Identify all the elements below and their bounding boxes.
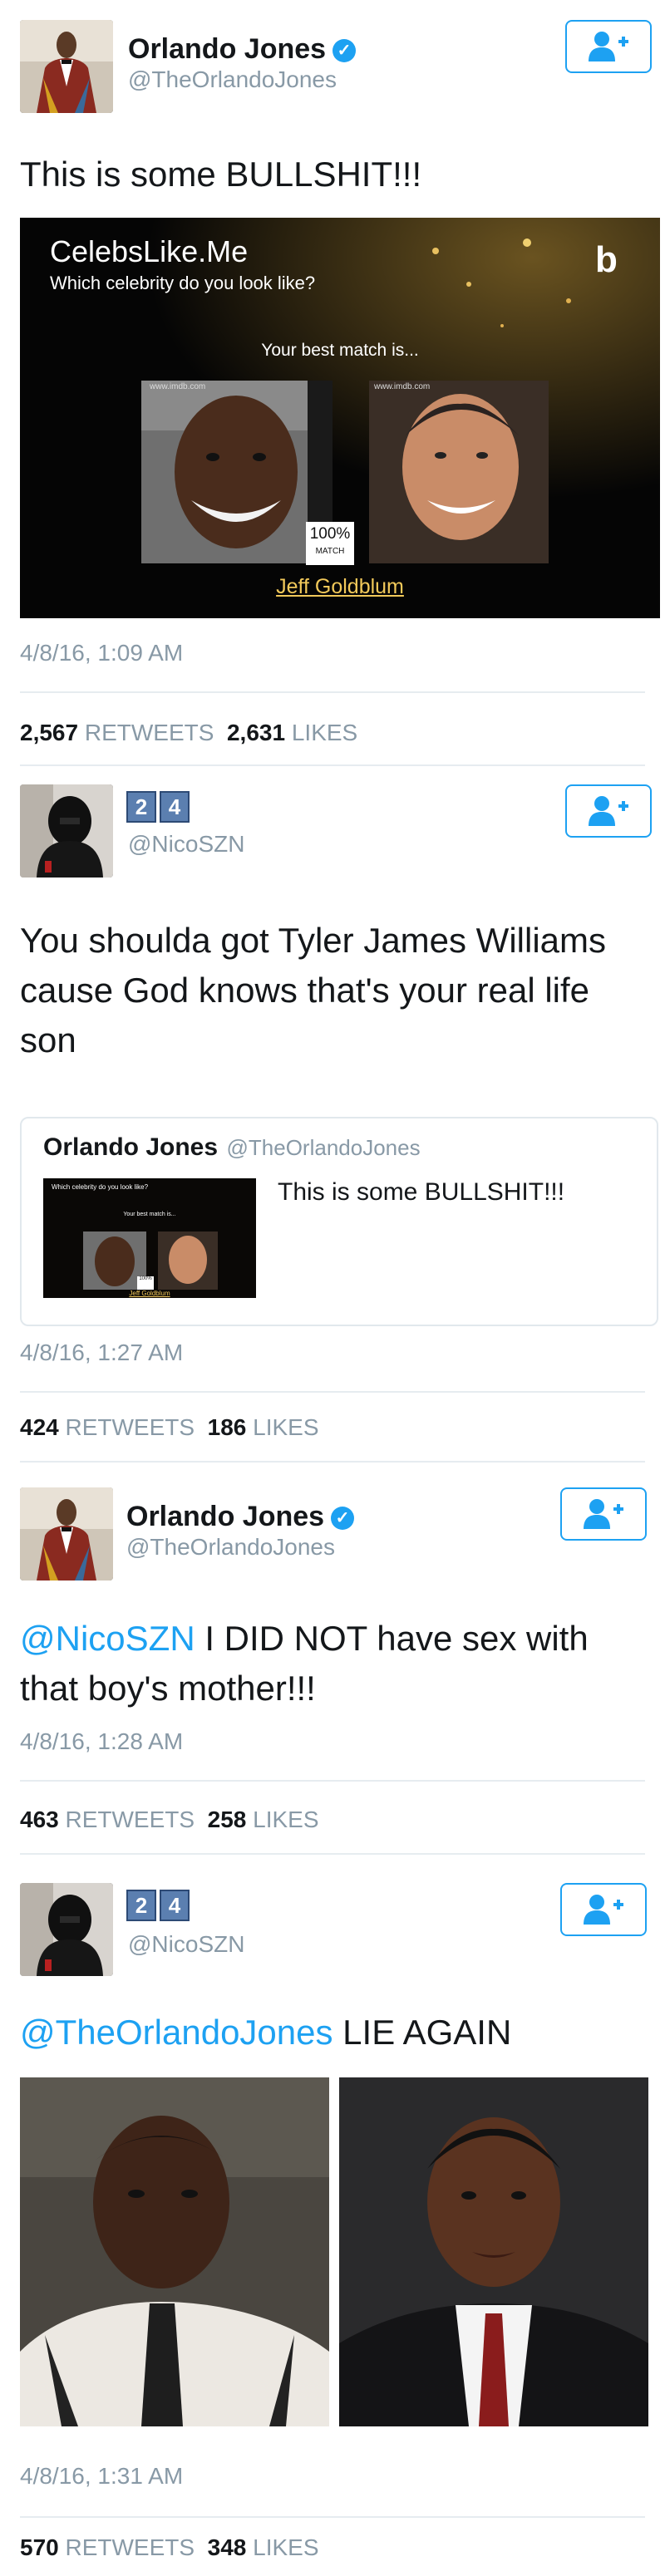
- follow-button[interactable]: [565, 784, 652, 838]
- divider: [20, 1461, 645, 1463]
- quoted-handle[interactable]: @TheOrlandoJones: [227, 1135, 421, 1160]
- tweet-stats: 463 RETWEETS 258 LIKES: [20, 1807, 319, 1833]
- tweet-photo-left[interactable]: [20, 2077, 329, 2426]
- display-name[interactable]: Orlando Jones ✓: [126, 1501, 355, 1533]
- quoted-name[interactable]: Orlando Jones @TheOrlandoJones: [43, 1133, 421, 1162]
- divider: [20, 1780, 645, 1782]
- tweet-text: You shoulda got Tyler James Williams cau…: [20, 921, 606, 1059]
- retweet-count[interactable]: 463: [20, 1807, 59, 1832]
- user-handle[interactable]: @TheOrlandoJones: [126, 1534, 335, 1561]
- tweet-stats: 570 RETWEETS 348 LIKES: [20, 2534, 319, 2561]
- avatar[interactable]: [20, 1487, 113, 1581]
- tweet-text: This is some BULLSHIT!!!: [20, 155, 422, 194]
- tweet-stats: 424 RETWEETS 186 LIKES: [20, 1414, 319, 1441]
- brand-tagline: Which celebrity do you look like?: [50, 273, 316, 293]
- source-left: www.imdb.com: [150, 382, 206, 391]
- tweet-photo-right[interactable]: [339, 2077, 648, 2426]
- retweets-label: RETWEETS: [84, 720, 214, 745]
- like-count[interactable]: 348: [208, 2534, 247, 2560]
- match-percent: 100%: [309, 525, 351, 543]
- thumb-celebrity: Jeff Goldblum: [129, 1290, 170, 1297]
- retweets-label: RETWEETS: [65, 1414, 195, 1440]
- retweets-label: RETWEETS: [65, 2534, 195, 2560]
- tweet-1: Orlando Jones ✓ @TheOrlandoJones This is …: [0, 0, 665, 766]
- timestamp[interactable]: 4/8/16, 1:09 AM: [20, 640, 183, 666]
- follow-button[interactable]: [560, 1883, 647, 1936]
- thumb-best-match: Your best match is...: [123, 1212, 176, 1217]
- retweets-label: RETWEETS: [65, 1807, 195, 1832]
- divider: [20, 1391, 645, 1393]
- quoted-tweet[interactable]: Orlando Jones @TheOrlandoJones Which cel…: [20, 1117, 658, 1326]
- celebrity-name[interactable]: Jeff Goldblum: [20, 575, 660, 599]
- quoted-text: This is some BULLSHIT!!!: [278, 1178, 565, 1206]
- bing-logo-icon: b: [595, 239, 618, 280]
- follow-user-icon: [582, 1893, 625, 1926]
- emoji-badges: 24: [126, 791, 193, 823]
- tweet-text: @NicoSZN I DID NOT have sex with that bo…: [20, 1614, 645, 1713]
- avatar[interactable]: [20, 20, 113, 113]
- tweet-body: LIE AGAIN: [332, 2013, 512, 2052]
- timestamp[interactable]: 4/8/16, 1:31 AM: [20, 2463, 183, 2490]
- thumb-match-percent: 100%: [139, 1276, 152, 1281]
- like-count[interactable]: 2,631: [227, 720, 285, 745]
- follow-button[interactable]: [565, 20, 652, 73]
- mention-link[interactable]: @NicoSZN: [20, 1619, 195, 1658]
- divider: [20, 1853, 645, 1855]
- badge-2: 2: [126, 1890, 156, 1921]
- likes-label: LIKES: [253, 2534, 319, 2560]
- mention-link[interactable]: @TheOrlandoJones: [20, 2013, 333, 2052]
- brand-title: CelebsLike.Me: [50, 234, 249, 268]
- retweet-count[interactable]: 2,567: [20, 720, 78, 745]
- emoji-badges: 24: [126, 1890, 193, 1921]
- follow-user-icon: [582, 1497, 625, 1531]
- tweet-stats: 2,567 RETWEETS 2,631 LIKES: [20, 720, 357, 746]
- likes-label: LIKES: [253, 1414, 319, 1440]
- retweet-count[interactable]: 570: [20, 2534, 59, 2560]
- quoted-thumbnail[interactable]: Which celebrity do you look like? Your b…: [43, 1178, 256, 1298]
- divider: [20, 764, 645, 766]
- avatar[interactable]: [20, 784, 113, 878]
- thumb-tagline: Which celebrity do you look like?: [52, 1183, 149, 1191]
- avatar[interactable]: [20, 1883, 113, 1976]
- match-word: MATCH: [315, 547, 345, 556]
- badge-4: 4: [160, 791, 190, 823]
- display-name[interactable]: Orlando Jones ✓: [128, 33, 357, 66]
- retweet-count[interactable]: 424: [20, 1414, 59, 1440]
- tweet-4: 24 @NicoSZN @TheOrlandoJones LIE AGAIN 4…: [0, 1878, 665, 2576]
- timestamp[interactable]: 4/8/16, 1:28 AM: [20, 1728, 183, 1755]
- user-handle[interactable]: @NicoSZN: [128, 1931, 244, 1958]
- follow-user-icon: [587, 794, 630, 828]
- follow-user-icon: [587, 30, 630, 63]
- like-count[interactable]: 258: [208, 1807, 247, 1832]
- user-handle[interactable]: @NicoSZN: [128, 831, 244, 858]
- tweet-text: @TheOrlandoJones LIE AGAIN: [20, 2008, 645, 2057]
- like-count[interactable]: 186: [208, 1414, 247, 1440]
- likes-label: LIKES: [291, 720, 358, 745]
- verified-badge-icon: ✓: [332, 39, 357, 63]
- follow-button[interactable]: [560, 1487, 647, 1541]
- badge-2: 2: [126, 791, 156, 823]
- divider: [20, 691, 645, 693]
- likes-label: LIKES: [253, 1807, 319, 1832]
- source-right: www.imdb.com: [374, 382, 431, 391]
- timestamp[interactable]: 4/8/16, 1:27 AM: [20, 1340, 183, 1366]
- verified-badge-icon: ✓: [331, 1507, 355, 1531]
- best-match-label: Your best match is...: [261, 341, 419, 360]
- tweet-media[interactable]: CelebsLike.Me Which celebrity do you loo…: [20, 218, 660, 618]
- user-handle[interactable]: @TheOrlandoJones: [128, 66, 337, 93]
- badge-4: 4: [160, 1890, 190, 1921]
- tweet-3: Orlando Jones ✓ @TheOrlandoJones @NicoSZN…: [0, 1479, 665, 1855]
- divider: [20, 2516, 645, 2518]
